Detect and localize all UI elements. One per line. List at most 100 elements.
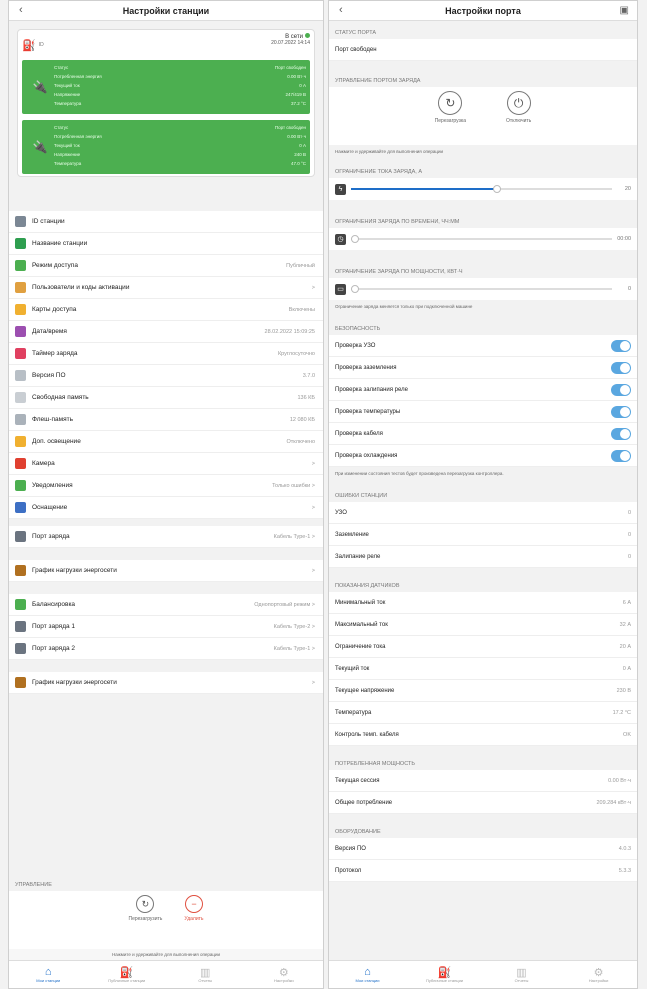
limit-note: Ограничение заряда меняется только при п… bbox=[335, 304, 473, 309]
settings-row[interactable]: Флеш-память 12 080 КБ bbox=[9, 409, 323, 431]
settings-row[interactable]: Порт заряда 2 Кабель Type-1 > bbox=[9, 638, 323, 660]
settings-row-icon bbox=[15, 458, 26, 469]
port-1-status-block[interactable]: 🔌 Статус Порт свободен Потребленная энерги… bbox=[22, 60, 310, 114]
station-card[interactable]: ⛽ ID В сети 20.07.2022 14:14 🔌 Статус Пор… bbox=[17, 29, 315, 177]
settings-row-label: Карты доступа bbox=[32, 306, 77, 313]
settings-row[interactable]: График нагрузки энергосети > bbox=[9, 560, 323, 582]
tab-item[interactable]: ⛽ Публичные станции bbox=[88, 961, 167, 988]
settings-row[interactable]: Версия ПО 3.7.0 bbox=[9, 365, 323, 387]
restart-icon: ↻ bbox=[136, 895, 155, 913]
metric-label: Статус bbox=[54, 125, 69, 130]
settings-row[interactable]: Оснащение > bbox=[9, 497, 323, 519]
security-check-row: Проверка температуры bbox=[329, 401, 637, 423]
tab-item[interactable]: ⌂ Мои станции bbox=[9, 961, 88, 988]
port-metric-row: Текущий ток 0 А bbox=[54, 81, 306, 90]
sensors-label: Минимальный ток bbox=[335, 599, 386, 606]
tab-item[interactable]: ⚙ Настройки bbox=[560, 961, 637, 988]
station-settings-screen: ‹ Настройки станции ⛽ ID В сети 20.07.20… bbox=[8, 0, 324, 989]
plug-icon: 🔌 bbox=[32, 140, 48, 154]
errors-row: Залипание реле 0 bbox=[329, 546, 637, 568]
settings-row-label: Порт заряда bbox=[32, 533, 70, 540]
settings-row[interactable]: Порт заряда 1 Кабель Type-2 > bbox=[9, 616, 323, 638]
calendar-icon[interactable]: ▣ bbox=[620, 5, 629, 16]
settings-row-icon bbox=[15, 260, 26, 271]
settings-row[interactable]: Режим доступа Публичный bbox=[9, 255, 323, 277]
settings-row[interactable]: Дата/время 28.02.2022 15:09:25 bbox=[9, 321, 323, 343]
security-title: БЕЗОПАСНОСТЬ bbox=[335, 326, 381, 332]
settings-row-value: Отключено bbox=[286, 438, 316, 445]
current-limit-value: 20 bbox=[624, 186, 631, 192]
settings-row-label: Свободная память bbox=[32, 394, 89, 401]
settings-row[interactable]: Балансировка Однопортовый режим > bbox=[9, 594, 323, 616]
security-list: Проверка УЗО Проверка заземления Проверка … bbox=[329, 335, 637, 467]
back-icon[interactable]: ‹ bbox=[19, 4, 23, 16]
hardware-list: Версия ПО 4.0.3 Протокол 5.3.3 bbox=[329, 838, 637, 882]
security-check-label: Проверка УЗО bbox=[335, 342, 376, 349]
metric-value: 247/419 В bbox=[285, 92, 306, 97]
errors-list: УЗО 0 Заземление 0 Залипание реле 0 bbox=[329, 502, 637, 568]
port-status-field: Порт свободен bbox=[329, 39, 637, 61]
security-check-toggle[interactable] bbox=[611, 427, 631, 440]
settings-row-value: 3.7.0 bbox=[302, 372, 315, 379]
security-check-toggle[interactable] bbox=[611, 405, 631, 418]
sensors-label: Максимальный ток bbox=[335, 621, 388, 628]
settings-row[interactable]: Название станции bbox=[9, 233, 323, 255]
power-icon: ⏻ bbox=[506, 91, 531, 115]
current-limit-slider[interactable] bbox=[351, 185, 612, 193]
metric-value: 0 А bbox=[299, 83, 306, 88]
power-limit-slider[interactable] bbox=[351, 285, 612, 293]
settings-row-value: Кабель Type-1 > bbox=[273, 645, 315, 652]
settings-row[interactable]: Уведомления Только ошибки > bbox=[9, 475, 323, 497]
balancing-list: Балансировка Однопортовый режим > Порт зар… bbox=[9, 594, 323, 660]
metric-value: 47.0 °С bbox=[290, 161, 306, 166]
charger-icon: ⛽ bbox=[22, 39, 36, 52]
settings-row[interactable]: Карты доступа Включены bbox=[9, 299, 323, 321]
tab-item[interactable]: ⚙ Настройки bbox=[245, 961, 324, 988]
tab-item[interactable]: ⌂ Мои станции bbox=[329, 961, 406, 988]
tab-icon: ▥ bbox=[200, 967, 211, 979]
time-limit-slider[interactable] bbox=[351, 235, 612, 243]
settings-row[interactable]: ID станции bbox=[9, 211, 323, 233]
security-check-toggle[interactable] bbox=[611, 383, 631, 396]
port-2-status-block[interactable]: 🔌 Статус Порт свободен Потребленная энерги… bbox=[22, 120, 310, 174]
minus-circle-icon: − bbox=[184, 895, 203, 913]
settings-row[interactable]: График нагрузки энергосети > bbox=[9, 672, 323, 694]
tab-icon: ▥ bbox=[516, 967, 527, 979]
hardware-title: ОБОРУДОВАНИЕ bbox=[335, 829, 381, 835]
port-restart-button[interactable]: ↻ Перезагрузка bbox=[435, 91, 466, 145]
settings-row[interactable]: Доп. освещение Отключено bbox=[9, 431, 323, 453]
errors-row: Заземление 0 bbox=[329, 524, 637, 546]
nav-bar: ‹ Настройки станции bbox=[9, 1, 323, 21]
back-icon[interactable]: ‹ bbox=[339, 4, 343, 16]
tab-bar: ⌂ Мои станции ⛽ Публичные станции ▥ Отчеты ⚙ На… bbox=[9, 960, 323, 988]
settings-row[interactable]: Свободная память 136 КБ bbox=[9, 387, 323, 409]
sensors-row: Температура 17.2 °С bbox=[329, 702, 637, 724]
tab-item[interactable]: ▥ Отчеты bbox=[166, 961, 245, 988]
settings-row-icon bbox=[15, 282, 26, 293]
metric-label: Текущий ток bbox=[54, 83, 80, 88]
settings-row[interactable]: Пользователи и коды активации > bbox=[9, 277, 323, 299]
settings-row[interactable]: Таймер заряда Круглосуточно bbox=[9, 343, 323, 365]
settings-row-value: Публичный bbox=[286, 262, 315, 269]
tab-item[interactable]: ⛽ Публичные станции bbox=[406, 961, 483, 988]
settings-row-value: 12 080 КБ bbox=[289, 416, 315, 423]
tab-item[interactable]: ▥ Отчеты bbox=[483, 961, 560, 988]
delete-station-button[interactable]: − Удалить bbox=[184, 895, 204, 949]
time-limit-value: 00:00 bbox=[617, 236, 631, 242]
restart-station-button[interactable]: ↻ Перезагрузить bbox=[128, 895, 162, 949]
sensors-row: Максимальный ток 32 А bbox=[329, 614, 637, 636]
settings-row[interactable]: Камера > bbox=[9, 453, 323, 475]
security-check-toggle[interactable] bbox=[611, 449, 631, 462]
sensors-value: 17.2 °С bbox=[612, 709, 631, 716]
security-check-label: Проверка охлаждения bbox=[335, 452, 398, 459]
security-check-toggle[interactable] bbox=[611, 361, 631, 374]
power-limit-value: 0 bbox=[627, 286, 631, 292]
port-disconnect-button[interactable]: ⏻ Отключить bbox=[506, 91, 531, 145]
restart-icon: ↻ bbox=[438, 91, 463, 115]
settings-row-icon bbox=[15, 643, 26, 654]
security-check-toggle[interactable] bbox=[611, 339, 631, 352]
settings-row[interactable]: Порт заряда Кабель Type-1 > bbox=[9, 526, 323, 548]
settings-row-icon bbox=[15, 531, 26, 542]
settings-row-icon bbox=[15, 370, 26, 381]
settings-row-icon bbox=[15, 480, 26, 491]
